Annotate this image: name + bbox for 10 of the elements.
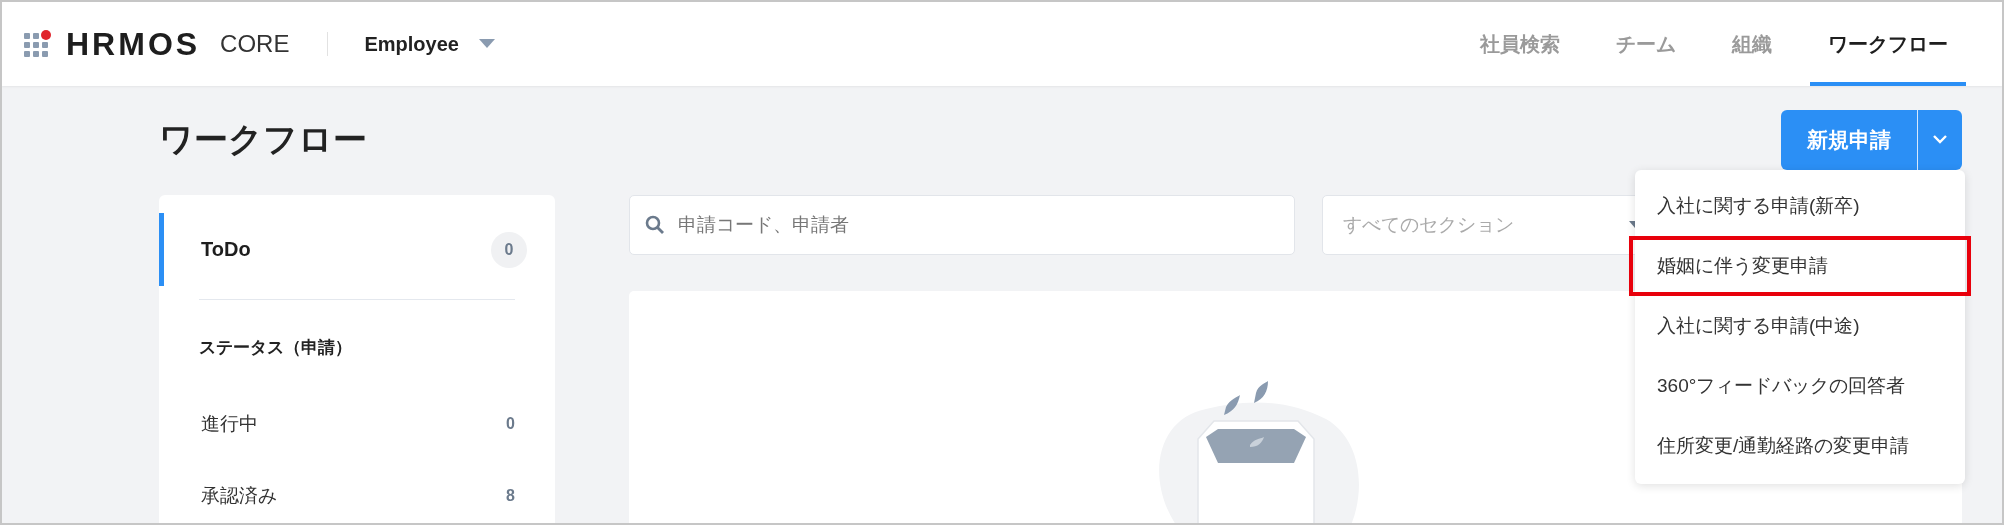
item-count: 8 [506,487,515,505]
logo-wordmark: HRMOS [66,25,201,63]
sidebar-item-label: 進行中 [201,412,258,436]
logo-product-name: CORE [220,30,290,58]
count-badge: 0 [491,231,527,268]
section-heading: ステータス（申請） [199,337,353,359]
sidebar-item-label: 承認済み [201,484,277,508]
item-count: 0 [506,415,515,433]
sidebar-item-label: ToDo [201,238,251,261]
page-title: ワークフロー [159,119,367,160]
